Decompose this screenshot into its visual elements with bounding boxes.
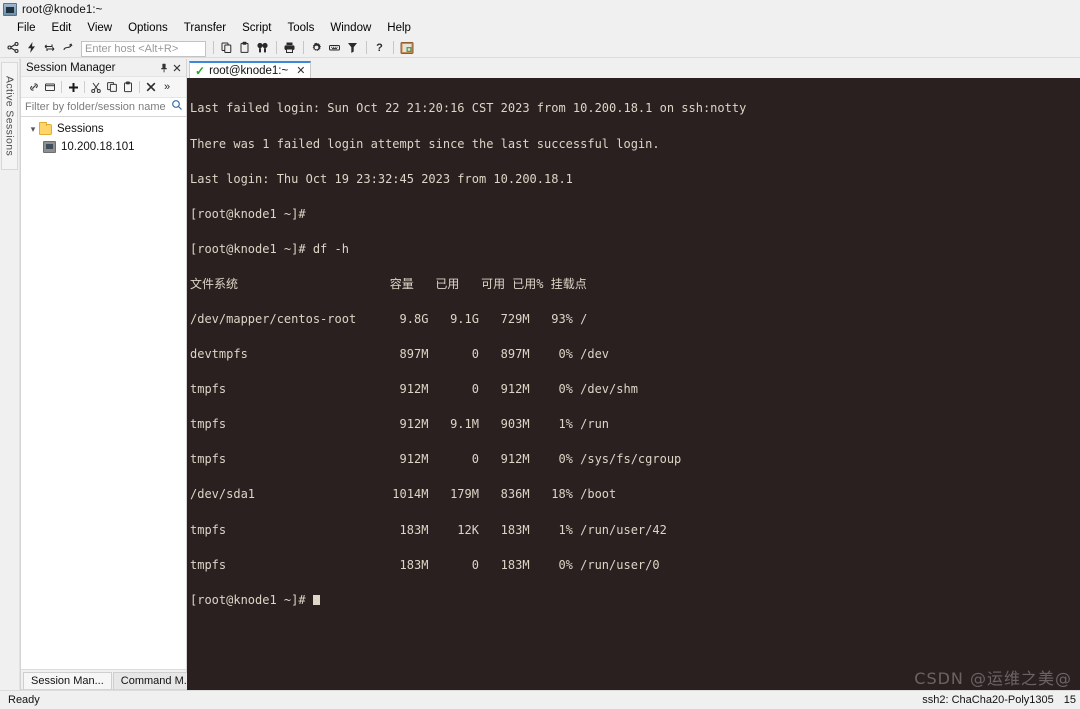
- title-bar: root@knode1:~: [0, 0, 1080, 19]
- terminal-tab-label: root@knode1:~: [209, 64, 289, 77]
- connect-in-tab-icon[interactable]: [41, 39, 58, 56]
- terminal-line: devtmpfs 897M 0 897M 0% /dev: [190, 347, 610, 362]
- panel-separator-3: [139, 81, 140, 93]
- delete-icon[interactable]: [143, 79, 159, 95]
- copy-icon[interactable]: [218, 39, 235, 56]
- terminal-line: [root@knode1 ~]#: [190, 206, 306, 221]
- session-manager-panel: Session Manager » Filter by folder/sessi…: [20, 59, 201, 690]
- menu-window[interactable]: Window: [322, 21, 379, 36]
- terminal-line: tmpfs 183M 0 183M 0% /run/user/0: [190, 557, 660, 572]
- reconnect-icon[interactable]: [59, 39, 76, 56]
- tree-node-sessions[interactable]: ▾ Sessions: [21, 120, 186, 138]
- toolbar-separator-1: [213, 41, 214, 54]
- active-sessions-tab[interactable]: Active Sessions: [1, 62, 18, 170]
- status-right-group: ssh2: ChaCha20-Poly1305 15: [922, 694, 1076, 706]
- menu-options[interactable]: Options: [120, 21, 176, 36]
- panel-separator-2: [84, 81, 85, 93]
- menu-file[interactable]: File: [9, 21, 44, 36]
- menu-tools[interactable]: Tools: [280, 21, 323, 36]
- panel-bottom-tabs: Session Man... Command M...: [21, 669, 201, 689]
- terminal-line: 文件系统 容量 已用 可用 已用% 挂载点: [190, 276, 587, 291]
- close-icon[interactable]: [170, 61, 183, 74]
- new-folder-icon[interactable]: [42, 79, 58, 95]
- host-input[interactable]: [81, 40, 206, 57]
- quick-connect-icon[interactable]: [23, 39, 40, 56]
- toolbar-separator-4: [366, 41, 367, 54]
- link-icon[interactable]: [26, 79, 42, 95]
- terminal-cursor: [312, 594, 320, 605]
- print-icon[interactable]: [281, 39, 298, 56]
- session-filter-input[interactable]: Filter by folder/session name: [25, 101, 171, 113]
- cut-icon[interactable]: [88, 79, 104, 95]
- image-icon[interactable]: [398, 39, 415, 56]
- status-cipher: ssh2: ChaCha20-Poly1305: [922, 694, 1054, 706]
- toolbar-separator-3: [303, 41, 304, 54]
- svg-text:?: ?: [376, 42, 383, 54]
- active-sessions-label: Active Sessions: [3, 75, 16, 157]
- session-options-icon[interactable]: [308, 39, 325, 56]
- chevron-down-icon[interactable]: ▾: [27, 124, 39, 135]
- toolbar-separator-2: [276, 41, 277, 54]
- host-icon: [43, 141, 56, 153]
- host-input-wrapper: [77, 39, 209, 57]
- app-icon: [3, 3, 17, 16]
- session-manager-title: Session Manager: [26, 61, 116, 74]
- terminal-line: tmpfs 912M 0 912M 0% /dev/shm: [190, 382, 638, 397]
- status-bar: Ready ssh2: ChaCha20-Poly1305 15: [0, 690, 1080, 709]
- session-tree: ▾ Sessions 10.200.18.101: [21, 117, 186, 669]
- toolbar-separator-5: [393, 41, 394, 54]
- tree-node-host[interactable]: 10.200.18.101: [21, 138, 186, 156]
- filter-icon[interactable]: [344, 39, 361, 56]
- panel-separator-1: [61, 81, 62, 93]
- active-sessions-rail: Active Sessions: [0, 58, 20, 690]
- connect-icon[interactable]: [5, 39, 22, 56]
- terminal-prompt-line: [root@knode1 ~]#: [190, 592, 1080, 607]
- terminal-output[interactable]: Last failed login: Sun Oct 22 21:20:16 C…: [187, 78, 1080, 690]
- menu-script[interactable]: Script: [234, 21, 279, 36]
- paste-icon[interactable]: [236, 39, 253, 56]
- copy-icon[interactable]: [104, 79, 120, 95]
- terminal-line: There was 1 failed login attempt since t…: [190, 136, 660, 151]
- tree-node-label: 10.200.18.101: [61, 141, 135, 153]
- more-icon[interactable]: »: [159, 79, 175, 95]
- terminal-line: Last failed login: Sun Oct 22 21:20:16 C…: [190, 101, 747, 116]
- tab-session-manager[interactable]: Session Man...: [23, 672, 112, 689]
- workspace: Active Sessions Session Manager » Filter…: [0, 58, 1080, 690]
- menu-transfer[interactable]: Transfer: [176, 21, 234, 36]
- main-toolbar: ?: [0, 38, 1080, 58]
- session-manager-header: Session Manager: [21, 59, 186, 77]
- tree-node-label: Sessions: [57, 123, 104, 135]
- keymap-editor-icon[interactable]: [326, 39, 343, 56]
- session-manager-toolbar: »: [21, 77, 186, 98]
- crt-main-window: root@knode1:~ File Edit View Options Tra…: [0, 0, 1080, 709]
- menu-view[interactable]: View: [79, 21, 120, 36]
- add-session-icon[interactable]: [65, 79, 81, 95]
- pin-icon[interactable]: [157, 61, 170, 74]
- terminal-line: tmpfs 183M 12K 183M 1% /run/user/42: [190, 522, 667, 537]
- status-message: Ready: [8, 694, 40, 706]
- terminal-line: tmpfs 912M 0 912M 0% /sys/fs/cgroup: [190, 452, 682, 467]
- folder-icon: [39, 121, 52, 135]
- menu-bar: File Edit View Options Transfer Script T…: [0, 19, 1080, 38]
- terminal-area: ✓ root@knode1:~ ✕ Last failed login: Sun…: [187, 59, 1080, 690]
- terminal-tab[interactable]: ✓ root@knode1:~ ✕: [189, 61, 312, 78]
- paste-icon[interactable]: [120, 79, 136, 95]
- terminal-line: Last login: Thu Oct 19 23:32:45 2023 fro…: [190, 171, 573, 186]
- find-icon[interactable]: [254, 39, 271, 56]
- window-title: root@knode1:~: [22, 3, 103, 16]
- terminal-line: [root@knode1 ~]# df -h: [190, 241, 349, 256]
- menu-edit[interactable]: Edit: [44, 21, 80, 36]
- terminal-line: tmpfs 912M 9.1M 903M 1% /run: [190, 417, 610, 432]
- status-counter: 15: [1063, 694, 1076, 706]
- terminal-prompt: [root@knode1 ~]#: [190, 592, 313, 607]
- terminal-line: /dev/sda1 1014M 179M 836M 18% /boot: [190, 487, 617, 502]
- search-icon[interactable]: [171, 98, 183, 116]
- connected-check-icon: ✓: [195, 63, 206, 78]
- close-icon[interactable]: ✕: [296, 64, 305, 77]
- menu-help[interactable]: Help: [379, 21, 419, 36]
- terminal-tab-bar: ✓ root@knode1:~ ✕: [187, 59, 1080, 78]
- session-filter-row[interactable]: Filter by folder/session name: [21, 98, 186, 117]
- help-icon[interactable]: ?: [371, 39, 388, 56]
- terminal-line: /dev/mapper/centos-root 9.8G 9.1G 729M 9…: [190, 311, 588, 326]
